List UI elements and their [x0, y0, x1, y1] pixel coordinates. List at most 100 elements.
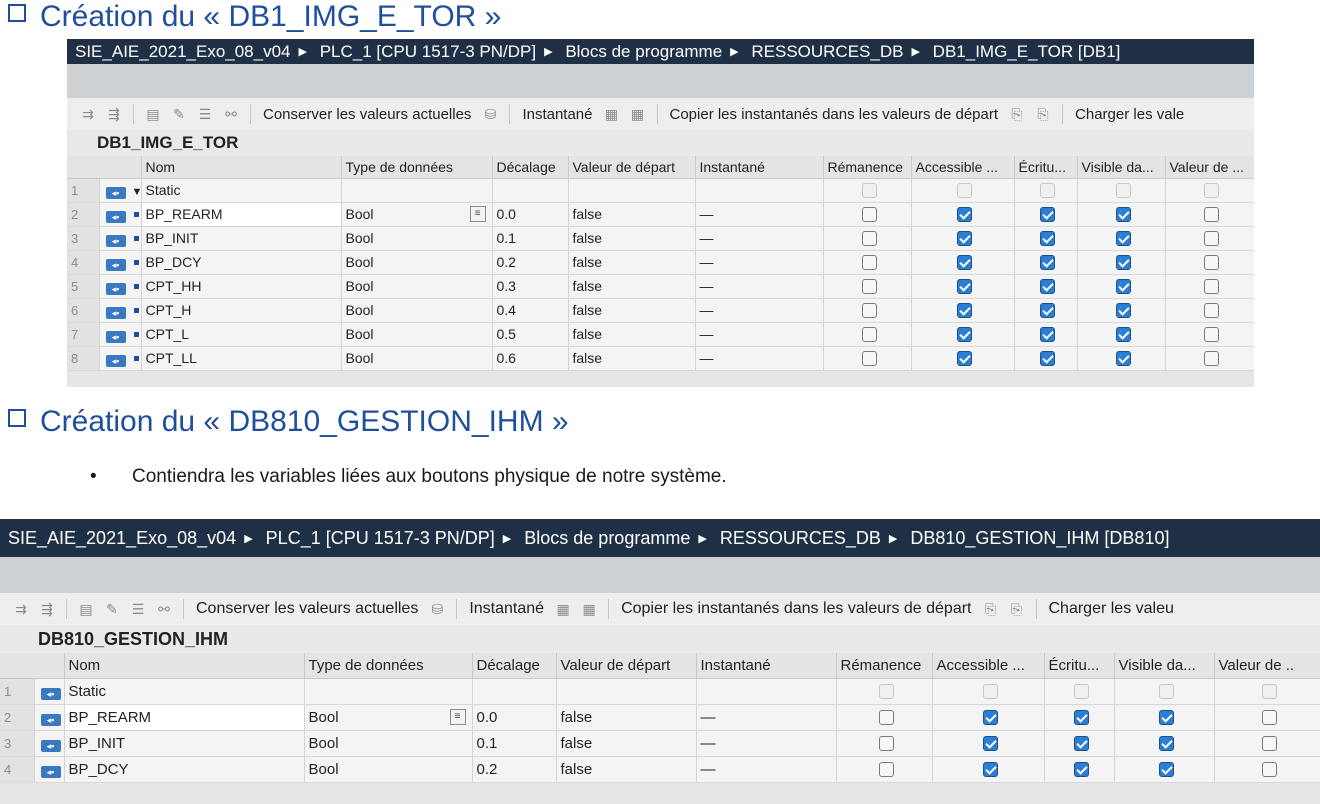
- visible-checkbox[interactable]: [1158, 736, 1174, 752]
- col-setpoint[interactable]: Valeur de ..: [1214, 653, 1320, 679]
- variable-start-value[interactable]: false: [568, 274, 696, 299]
- breadcrumb-folder[interactable]: RESSOURCES_DB: [720, 528, 881, 548]
- variable-name[interactable]: BP_REARM: [63, 703, 305, 731]
- writable-checkbox[interactable]: [1040, 351, 1055, 367]
- visible-checkbox[interactable]: [1115, 327, 1131, 343]
- retain-checkbox[interactable]: [878, 710, 894, 726]
- col-visible[interactable]: Visible da...: [1114, 653, 1215, 679]
- setpoint-checkbox[interactable]: [1204, 327, 1219, 343]
- table-row[interactable]: 6 ◂▪ CPT_H Bool 0.4 false —: [67, 298, 1254, 323]
- snapshot-all-icon[interactable]: ▦: [579, 601, 599, 617]
- col-snapshot[interactable]: Instantané: [696, 653, 837, 679]
- retain-checkbox[interactable]: [878, 736, 894, 752]
- col-type[interactable]: Type de données: [304, 653, 473, 679]
- copy-snapshot-button[interactable]: Copier les instantanés dans les valeurs …: [621, 600, 971, 618]
- retain-checkbox[interactable]: [861, 351, 877, 367]
- variable-name[interactable]: BP_REARM: [140, 201, 342, 227]
- variable-type-cell[interactable]: Bool: [304, 756, 473, 783]
- breadcrumb-db[interactable]: DB810_GESTION_IHM [DB810]: [910, 528, 1169, 548]
- setpoint-checkbox[interactable]: [1261, 736, 1277, 752]
- accessible-checkbox[interactable]: [982, 736, 998, 752]
- writable-checkbox[interactable]: [1073, 710, 1089, 726]
- insert-row-icon[interactable]: ⇉: [78, 106, 98, 122]
- type-picker-icon[interactable]: ≡: [469, 206, 486, 222]
- copy-snapshot-button[interactable]: Copier les instantanés dans les valeurs …: [670, 106, 999, 123]
- col-writable[interactable]: Écritu...: [1044, 653, 1115, 679]
- add-row-icon[interactable]: ⇶: [104, 106, 124, 122]
- visible-checkbox[interactable]: [1115, 207, 1131, 223]
- visible-checkbox[interactable]: [1115, 303, 1131, 319]
- keep-values-button[interactable]: Conserver les valeurs actuelles: [263, 106, 471, 123]
- visible-checkbox[interactable]: [1115, 231, 1131, 247]
- table-row[interactable]: 2 ◂▪ BP_REARM Bool ≡ 0.0 false —: [67, 201, 1254, 227]
- variable-name[interactable]: BP_DCY: [64, 756, 305, 783]
- retain-checkbox[interactable]: [861, 231, 877, 247]
- list-icon[interactable]: ☰: [128, 601, 148, 617]
- variable-type-cell[interactable]: Bool: [304, 730, 473, 757]
- accessible-checkbox[interactable]: [957, 351, 972, 367]
- variable-start-value[interactable]: false: [568, 250, 696, 275]
- setpoint-checkbox[interactable]: [1204, 351, 1219, 367]
- accessible-checkbox[interactable]: [982, 762, 998, 778]
- variable-type-cell[interactable]: Bool: [341, 298, 493, 323]
- col-offset[interactable]: Décalage: [492, 156, 569, 179]
- variable-start-value[interactable]: false: [568, 322, 696, 347]
- breadcrumb-plc[interactable]: PLC_1 [CPU 1517-3 PN/DP]: [266, 528, 495, 548]
- writable-checkbox[interactable]: [1040, 303, 1055, 319]
- setpoint-checkbox[interactable]: [1204, 255, 1219, 271]
- accessible-checkbox[interactable]: [957, 255, 972, 271]
- variable-name[interactable]: BP_INIT: [141, 226, 342, 251]
- breadcrumb-program-blocks[interactable]: Blocs de programme: [524, 528, 690, 548]
- add-row-icon[interactable]: ⇶: [37, 601, 57, 617]
- expand-icon[interactable]: ▤: [143, 106, 163, 122]
- col-visible[interactable]: Visible da...: [1077, 156, 1166, 179]
- collapse-triangle-icon[interactable]: ▼: [132, 186, 141, 198]
- variable-name[interactable]: BP_DCY: [141, 250, 342, 275]
- visible-checkbox[interactable]: [1115, 255, 1131, 271]
- variable-type-cell[interactable]: Bool ≡: [341, 202, 493, 227]
- table-row[interactable]: 3 ◂▪ BP_INIT Bool 0.1 false —: [0, 730, 1320, 757]
- variable-start-value[interactable]: false: [568, 202, 696, 227]
- load-values-button[interactable]: Charger les valeu: [1049, 600, 1174, 618]
- table-row[interactable]: 3 ◂▪ BP_INIT Bool 0.1 false —: [67, 226, 1254, 251]
- setpoint-checkbox[interactable]: [1204, 303, 1219, 319]
- col-writable[interactable]: Écritu...: [1014, 156, 1078, 179]
- setpoint-checkbox[interactable]: [1204, 207, 1219, 223]
- table-row[interactable]: 5 ◂▪ CPT_HH Bool 0.3 false —: [67, 274, 1254, 299]
- edit-icon[interactable]: ✎: [102, 601, 122, 617]
- visible-checkbox[interactable]: [1158, 762, 1174, 778]
- variable-name[interactable]: BP_INIT: [64, 730, 305, 757]
- table-row[interactable]: 4 ◂▪ BP_DCY Bool 0.2 false —: [67, 250, 1254, 275]
- col-start-value[interactable]: Valeur de départ: [556, 653, 697, 679]
- col-name[interactable]: Nom: [141, 156, 342, 179]
- variable-type-cell[interactable]: Bool: [341, 274, 493, 299]
- breadcrumb-folder[interactable]: RESSOURCES_DB: [751, 42, 903, 61]
- setpoint-checkbox[interactable]: [1204, 231, 1219, 247]
- col-start-value[interactable]: Valeur de départ: [568, 156, 696, 179]
- retain-checkbox[interactable]: [861, 279, 877, 295]
- accessible-checkbox[interactable]: [957, 231, 972, 247]
- static-label[interactable]: Static: [141, 178, 342, 203]
- variable-type-cell[interactable]: Bool ≡: [304, 704, 473, 731]
- static-label[interactable]: Static: [64, 678, 305, 705]
- copy-all-icon[interactable]: ⎘: [1007, 601, 1027, 617]
- writable-checkbox[interactable]: [1073, 762, 1089, 778]
- visible-checkbox[interactable]: [1115, 351, 1131, 367]
- type-picker-icon[interactable]: ≡: [449, 708, 466, 725]
- col-accessible[interactable]: Accessible ...: [932, 653, 1045, 679]
- variable-name[interactable]: CPT_L: [141, 322, 342, 347]
- snapshot-button[interactable]: Instantané: [522, 106, 592, 123]
- snapshot-icon[interactable]: ▦: [553, 601, 573, 617]
- col-retain[interactable]: Rémanence: [836, 653, 933, 679]
- snapshot-all-icon[interactable]: ▦: [628, 106, 648, 122]
- variable-name[interactable]: CPT_HH: [141, 274, 342, 299]
- retain-checkbox[interactable]: [861, 327, 877, 343]
- variable-type-cell[interactable]: Bool: [341, 346, 493, 371]
- breadcrumb-program-blocks[interactable]: Blocs de programme: [565, 42, 722, 61]
- visible-checkbox[interactable]: [1115, 279, 1131, 295]
- snapshot-icon[interactable]: ▦: [602, 106, 622, 122]
- col-snapshot[interactable]: Instantané: [695, 156, 824, 179]
- variable-name[interactable]: CPT_H: [141, 298, 342, 323]
- accessible-checkbox[interactable]: [957, 327, 972, 343]
- writable-checkbox[interactable]: [1040, 255, 1055, 271]
